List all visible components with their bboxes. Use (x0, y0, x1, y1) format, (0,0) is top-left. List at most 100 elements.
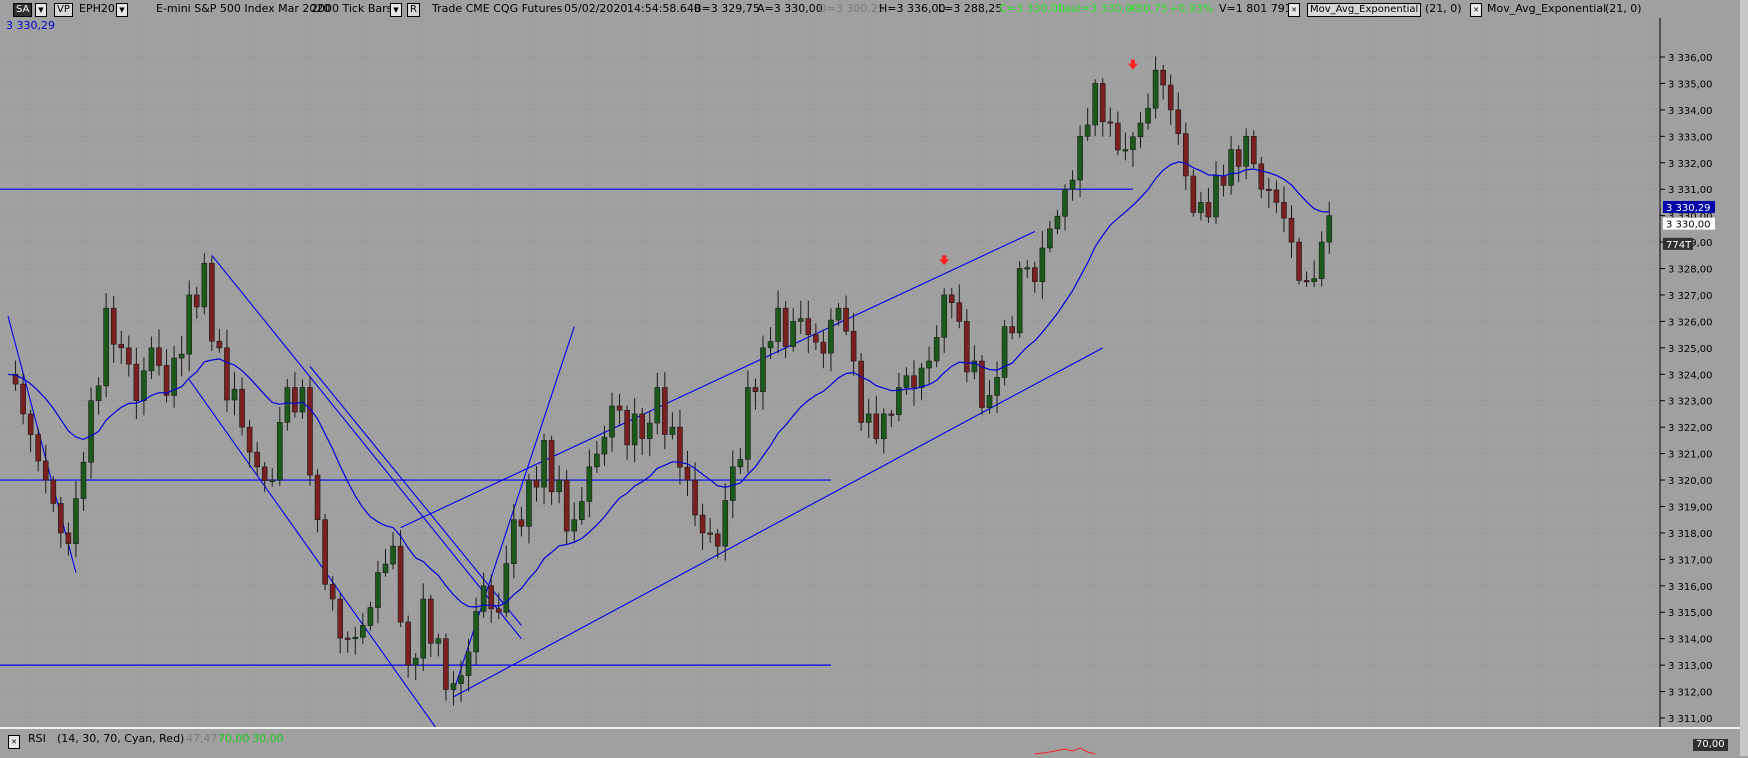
candle-body (775, 307, 781, 342)
candle (27, 409, 34, 453)
candle-body (1198, 202, 1204, 213)
candle-body (699, 514, 706, 534)
candle (1326, 201, 1333, 254)
close-icon[interactable]: ✕ (1470, 3, 1482, 17)
price-tick-label: 3 312,00 (1668, 688, 1713, 699)
candle-body (201, 262, 208, 308)
candle-body (722, 500, 729, 547)
low-label: L=3 288,25 (938, 2, 1003, 15)
candle-body (239, 388, 245, 428)
price-axis: 3 311,00 3 312,00 3 313,00 3 314,00 3 315,00… (1659, 0, 1740, 727)
candle (850, 312, 857, 376)
candle-body (465, 651, 472, 676)
candle (1062, 184, 1068, 231)
price-tick-label: 3 333,00 (1668, 132, 1713, 143)
candle (1069, 170, 1076, 201)
chevron-down-icon[interactable]: ▼ (390, 3, 402, 17)
candle-body (639, 413, 646, 439)
candle-body (805, 318, 812, 335)
price-tick-label: 3 334,00 (1668, 106, 1713, 117)
candle-body (1001, 326, 1008, 378)
candle (1009, 316, 1015, 340)
candle-body (1145, 107, 1151, 124)
candle-body (948, 294, 955, 303)
candle-body (986, 395, 993, 408)
volume-label: V=1 801 791 (1219, 2, 1292, 15)
candle (896, 372, 902, 422)
candle (1032, 261, 1038, 293)
candle-body (1115, 122, 1121, 151)
price-tick-label: 3 313,00 (1668, 661, 1713, 672)
candle-body (352, 636, 359, 640)
bar-type-label: 2000 Tick Bars (311, 2, 393, 15)
candle (1273, 180, 1280, 214)
candle (344, 631, 351, 653)
candle (518, 507, 525, 537)
candle (752, 378, 759, 410)
study1-button[interactable]: Mov_Avg_Exponential (1307, 3, 1422, 17)
candle (58, 496, 64, 548)
candle (722, 483, 729, 561)
vp-button[interactable]: VP (54, 3, 73, 17)
candle-body (390, 545, 396, 565)
candle-body (133, 363, 140, 402)
scrollbar[interactable] (1740, 0, 1748, 756)
replay-button[interactable]: R (407, 3, 420, 17)
candle (828, 308, 834, 372)
candle (669, 412, 676, 440)
candle-body (1266, 188, 1272, 191)
candle (35, 428, 42, 472)
candle-body (427, 598, 434, 644)
time-label: 14:54:58.640 (627, 2, 701, 15)
candle-body (80, 461, 87, 499)
bid-label: B=3 329,75 (694, 2, 760, 15)
candle-body (186, 294, 192, 355)
candle (684, 450, 691, 497)
chevron-down-icon[interactable]: ▼ (116, 3, 128, 17)
candle (209, 256, 215, 352)
candle (163, 349, 170, 403)
candle-body (896, 387, 902, 415)
candle-body (843, 307, 849, 332)
candle (307, 376, 313, 486)
candle-body (58, 503, 64, 534)
candle-body (669, 426, 676, 435)
candle (873, 395, 880, 444)
candle-body (1190, 175, 1197, 213)
candle (639, 407, 646, 455)
candle-body (1288, 217, 1295, 243)
chevron-down-icon[interactable]: ▼ (35, 3, 47, 17)
candle-body (1220, 175, 1227, 186)
candle (375, 560, 381, 624)
candle-body (662, 387, 668, 435)
price-chart[interactable]: 3 311,00 3 312,00 3 313,00 3 314,00 3 315,00… (0, 0, 1748, 727)
candle-body (624, 409, 630, 446)
candle-body (141, 370, 147, 402)
candle-body (420, 598, 427, 659)
candle-body (1016, 268, 1023, 334)
candle (216, 328, 223, 353)
candle-body (360, 625, 366, 638)
study-button[interactable]: SA (13, 3, 33, 17)
candle (1258, 157, 1265, 199)
candle-body (941, 294, 948, 338)
candle (239, 377, 245, 436)
candle (646, 411, 653, 457)
candle (699, 503, 706, 550)
candle (918, 363, 925, 400)
candle-body (118, 343, 125, 349)
candle (390, 532, 396, 570)
price-tick-label: 3 323,00 (1668, 397, 1713, 408)
candle-body (571, 519, 578, 532)
candle-body (964, 321, 970, 373)
trendlines (7, 231, 1104, 727)
candle (1099, 78, 1106, 137)
candle (178, 335, 185, 377)
close-icon[interactable]: ✕ (1288, 3, 1300, 17)
candle (782, 301, 789, 359)
candle (805, 300, 812, 354)
candle (299, 379, 306, 419)
chart-toolbar: SA ▼ VP EPH20 ▼ E-mini S&P 500 Index Mar… (0, 0, 1748, 18)
candle-body (1024, 267, 1031, 270)
candle (1303, 271, 1310, 287)
